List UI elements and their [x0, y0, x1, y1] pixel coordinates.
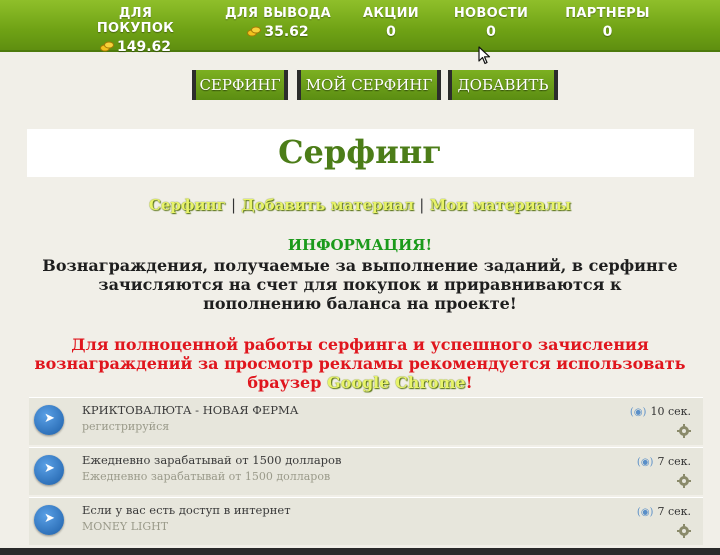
- warning-end: !: [465, 373, 473, 392]
- task-subtitle: Ежедневно зарабатывай от 1500 долларов: [82, 470, 331, 483]
- stat-value: 35.62: [264, 24, 309, 40]
- window-bottom-edge: [0, 548, 720, 555]
- sublink-surfing[interactable]: Серфинг: [149, 196, 226, 214]
- task-row[interactable]: ➤ КРИКТОВАЛЮТА - НОВАЯ ФЕРМА регистрируй…: [29, 397, 703, 445]
- stat-withdraw-balance[interactable]: ДЛЯ ВЫВОДА 35.62: [222, 6, 334, 40]
- task-row[interactable]: ➤ Ежедневно зарабатывай от 1500 долларов…: [29, 447, 703, 495]
- mouse-cursor-icon: [478, 46, 491, 65]
- stat-value: 0: [602, 24, 613, 40]
- stat-label: НОВОСТИ: [453, 6, 529, 21]
- nav-my-surfing-button[interactable]: МОЙ СЕРФИНГ: [297, 70, 441, 100]
- stat-promotions[interactable]: АКЦИИ 0: [360, 6, 422, 40]
- task-row[interactable]: ➤ Если у вас есть доступ в интернет MONE…: [29, 497, 703, 545]
- info-heading: ИНФОРМАЦИЯ!: [287, 236, 433, 254]
- gear-icon[interactable]: [677, 424, 691, 438]
- top-stats-bar: ДЛЯ ПОКУПОК 149.62 ДЛЯ ВЫВОДА 35.62 АКЦИ…: [0, 0, 720, 55]
- sub-navigation: Серфинг | Добавить материал | Мои матери…: [0, 196, 720, 214]
- page-title: Серфинг: [278, 133, 442, 171]
- separator: |: [230, 196, 236, 214]
- stat-value: 0: [386, 24, 396, 40]
- task-subtitle: регистрируйся: [82, 420, 170, 433]
- eye-icon: (◉): [636, 457, 654, 468]
- stat-label: ПАРТНЕРЫ: [565, 6, 650, 21]
- gear-icon[interactable]: [677, 524, 691, 538]
- coins-icon: [247, 26, 262, 37]
- coins-icon: [99, 41, 114, 52]
- sublink-my-materials[interactable]: Мои материалы: [430, 196, 572, 214]
- gear-icon[interactable]: [677, 474, 691, 488]
- play-arrow-icon[interactable]: ➤: [34, 405, 64, 435]
- play-arrow-icon[interactable]: ➤: [34, 455, 64, 485]
- task-duration: (◉) 10 сек.: [629, 405, 691, 418]
- task-subtitle: MONEY LIGHT: [82, 520, 169, 533]
- eye-icon: (◉): [629, 407, 647, 418]
- eye-icon: (◉): [636, 507, 654, 518]
- stat-news[interactable]: НОВОСТИ 0: [450, 6, 532, 40]
- google-chrome-link[interactable]: Google Chrome: [327, 373, 466, 392]
- task-title[interactable]: Ежедневно зарабатывай от 1500 долларов: [82, 453, 341, 467]
- separator: |: [419, 196, 425, 214]
- task-duration: (◉) 7 сек.: [636, 455, 691, 468]
- stat-value: 149.62: [116, 39, 172, 55]
- stat-value: 0: [486, 24, 496, 40]
- stat-label: АКЦИИ: [362, 6, 419, 21]
- stat-purchase-balance[interactable]: ДЛЯ ПОКУПОК 149.62: [78, 6, 193, 55]
- task-duration: (◉) 7 сек.: [636, 505, 691, 518]
- browser-warning: Для полноценной работы серфинга и успешн…: [10, 335, 710, 392]
- stat-label: ДЛЯ ВЫВОДА: [225, 6, 331, 21]
- task-title[interactable]: Если у вас есть доступ в интернет: [82, 503, 291, 517]
- play-arrow-icon[interactable]: ➤: [34, 505, 64, 535]
- nav-add-button[interactable]: ДОБАВИТЬ: [448, 70, 558, 100]
- stat-label: ДЛЯ ПОКУПОК: [96, 6, 175, 36]
- nav-surfing-button[interactable]: СЕРФИНГ: [192, 70, 288, 100]
- sublink-add-material[interactable]: Добавить материал: [241, 196, 414, 214]
- stat-partners[interactable]: ПАРТНЕРЫ 0: [560, 6, 655, 40]
- info-text: Вознаграждения, получаемые за выполнение…: [42, 256, 678, 313]
- task-title[interactable]: КРИКТОВАЛЮТА - НОВАЯ ФЕРМА: [82, 403, 298, 417]
